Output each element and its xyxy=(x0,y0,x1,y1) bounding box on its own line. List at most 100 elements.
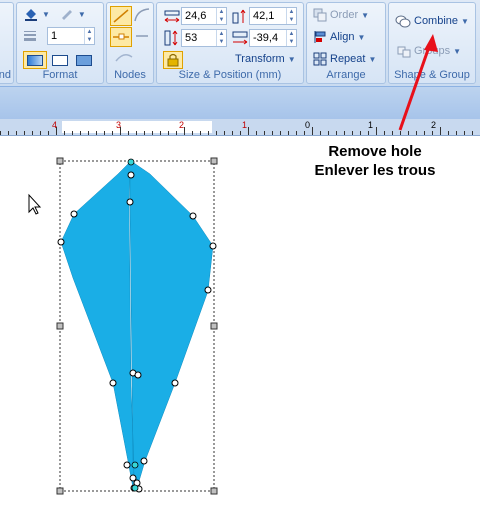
order-icon xyxy=(313,8,327,22)
ruler-tick xyxy=(472,131,473,135)
combine-button[interactable]: Combine ▼ xyxy=(395,14,469,28)
ruler-tick xyxy=(192,131,193,135)
selected-node[interactable] xyxy=(131,461,139,469)
shape-node[interactable] xyxy=(70,210,78,218)
shape-node[interactable] xyxy=(109,379,117,387)
ruler-tick xyxy=(16,131,17,135)
stepper-arrows-icon[interactable]: ▲ ▼ xyxy=(286,30,296,46)
stepper-arrows-icon[interactable]: ▲ ▼ xyxy=(216,30,226,46)
node-curve-button[interactable] xyxy=(110,49,152,65)
ruler-tick xyxy=(312,127,313,135)
y-position-field[interactable]: -39,4 ▲ ▼ xyxy=(249,29,297,47)
shape-node[interactable] xyxy=(209,242,217,250)
fill-color-button[interactable]: ▼ xyxy=(23,7,50,21)
leaf-shape[interactable] xyxy=(60,160,214,489)
ruler-tick xyxy=(280,131,281,135)
width-value: 24,6 xyxy=(185,10,207,22)
height-field[interactable]: 53 ▲ ▼ xyxy=(181,29,227,47)
ruler-tick xyxy=(320,131,321,135)
line-color-button[interactable]: ▼ xyxy=(59,7,86,21)
repeat-label: Repeat xyxy=(330,53,366,65)
style-filled-button[interactable] xyxy=(73,52,95,68)
y-position-value: -39,4 xyxy=(253,32,279,44)
ribbon: nd ▼ ▼ 1 ▲ ▼ Format Nodes 24,6 ▲ ▼ 42,1 … xyxy=(0,0,480,87)
order-label: Order xyxy=(330,9,359,21)
node-add-button[interactable] xyxy=(110,27,132,47)
y-position-icon xyxy=(232,31,248,45)
ruler-label: 0 xyxy=(305,120,311,130)
repeat-icon xyxy=(313,52,327,66)
resize-handle-bottom-right[interactable] xyxy=(210,487,218,495)
selected-node[interactable] xyxy=(131,484,139,492)
height-icon xyxy=(164,30,178,46)
ribbon-group-format: ▼ ▼ 1 ▲ ▼ Format xyxy=(16,2,104,84)
align-button[interactable]: Align ▼ xyxy=(313,30,365,44)
shape-node[interactable] xyxy=(127,171,135,179)
ruler-selection-range xyxy=(62,121,212,133)
ribbon-group-shape-group: Combine ▼ Groups ▼ Shape & Group xyxy=(388,2,476,84)
shape-node[interactable] xyxy=(134,371,142,379)
groups-label: Groups xyxy=(414,45,451,57)
shape-node[interactable] xyxy=(204,286,212,294)
horizontal-ruler[interactable]: 4 3 2 1 0 1 2 xyxy=(0,119,480,136)
node-delete-button[interactable] xyxy=(132,27,152,45)
x-position-field[interactable]: 42,1 ▲ ▼ xyxy=(249,7,297,25)
lock-icon xyxy=(167,53,179,67)
node-smooth-button[interactable] xyxy=(132,6,152,24)
stepper-arrows-icon[interactable]: ▲ ▼ xyxy=(216,8,226,24)
ribbon-group-partial: nd xyxy=(0,2,14,84)
resize-handle-mid-right[interactable] xyxy=(210,322,218,330)
resize-handle-top-right[interactable] xyxy=(210,157,218,165)
ruler-tick xyxy=(32,131,33,135)
canvas-drawing xyxy=(28,157,218,495)
ruler-tick xyxy=(144,131,145,135)
ruler-tick xyxy=(96,131,97,135)
width-field[interactable]: 24,6 ▲ ▼ xyxy=(181,7,227,25)
ruler-tick xyxy=(80,131,81,135)
shape-node[interactable] xyxy=(140,457,148,465)
ruler-tick xyxy=(8,131,9,135)
ruler-tick xyxy=(72,131,73,135)
ruler-tick xyxy=(416,131,417,135)
groups-icon xyxy=(397,46,411,58)
transform-button[interactable]: Transform ▼ xyxy=(235,53,296,65)
groups-button[interactable]: Groups ▼ xyxy=(397,44,461,58)
selected-node[interactable] xyxy=(127,158,135,166)
resize-handle-bottom-left[interactable] xyxy=(56,487,64,495)
line-width-stepper[interactable]: 1 ▲ ▼ xyxy=(47,27,95,45)
add-node-icon xyxy=(113,33,129,40)
style-gradient-button[interactable] xyxy=(23,51,47,69)
delete-node-icon xyxy=(136,35,148,37)
shape-node[interactable] xyxy=(171,379,179,387)
stepper-arrows-icon[interactable]: ▲ ▼ xyxy=(286,8,296,24)
resize-handle-top-left[interactable] xyxy=(56,157,64,165)
ruler-label: 1 xyxy=(242,120,248,130)
lock-proportions-button[interactable] xyxy=(163,51,183,69)
shape-node[interactable] xyxy=(123,461,131,469)
ruler-tick xyxy=(400,131,401,135)
repeat-button[interactable]: Repeat ▼ xyxy=(313,52,376,66)
stepper-arrows-icon[interactable]: ▲ ▼ xyxy=(84,28,94,44)
shape-group-group-label: Shape & Group xyxy=(394,69,470,81)
ruler-tick xyxy=(432,131,433,135)
shape-node[interactable] xyxy=(126,198,134,206)
toolbar-band xyxy=(0,87,480,119)
mouse-pointer-icon xyxy=(28,193,42,215)
x-position-icon xyxy=(232,9,246,24)
line-width-icon xyxy=(24,31,36,41)
drawing-canvas[interactable]: Remove hole Enlever les trous xyxy=(0,136,480,524)
shape-node[interactable] xyxy=(57,238,65,246)
combine-icon xyxy=(395,15,411,28)
ruler-tick xyxy=(296,131,297,135)
resize-handle-mid-left[interactable] xyxy=(56,322,64,330)
ruler-tick xyxy=(64,131,65,135)
ruler-tick xyxy=(168,131,169,135)
pen-icon xyxy=(61,10,72,20)
shape-node[interactable] xyxy=(189,212,197,220)
cusp-node-icon xyxy=(113,9,129,23)
x-position-value: 42,1 xyxy=(253,10,275,22)
ruler-tick xyxy=(40,131,41,135)
order-button[interactable]: Order ▼ xyxy=(313,8,369,22)
style-outline-button[interactable] xyxy=(49,52,71,68)
node-cusp-button[interactable] xyxy=(110,6,132,26)
